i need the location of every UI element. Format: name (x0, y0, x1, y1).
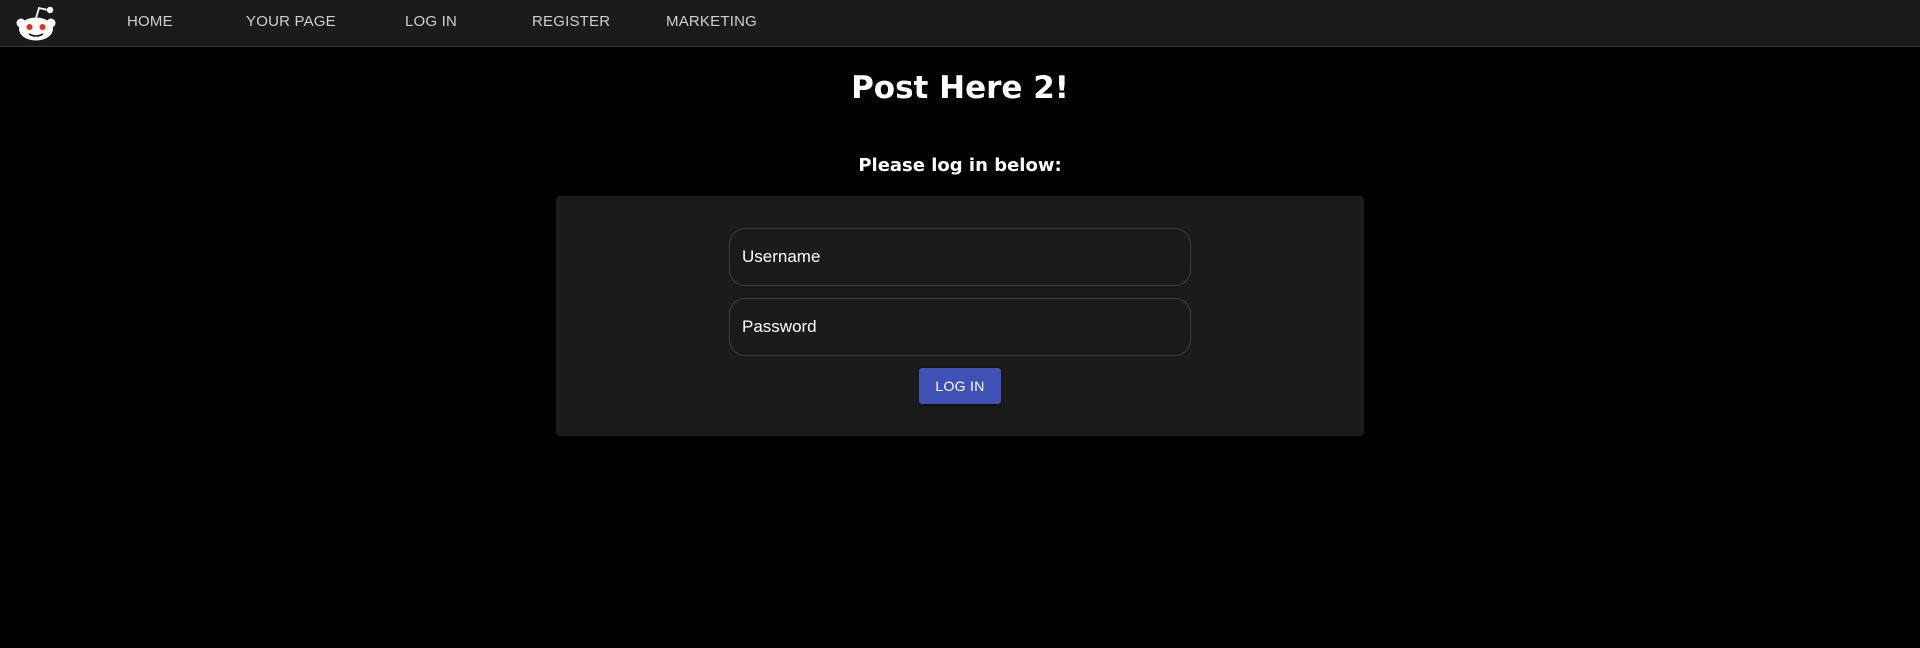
nav-marketing[interactable]: MARKETING (666, 0, 757, 46)
login-card: LOG IN (556, 196, 1364, 436)
nav-register[interactable]: REGISTER (532, 0, 610, 46)
login-instructions: Please log in below: (858, 155, 1062, 176)
password-input[interactable] (729, 298, 1191, 356)
login-button[interactable]: LOG IN (919, 368, 1001, 404)
nav-home[interactable]: HOME (127, 0, 173, 46)
page-title: Post Here 2! (851, 70, 1069, 106)
username-input[interactable] (729, 228, 1191, 286)
reddit-alien-icon[interactable] (14, 4, 58, 42)
top-navbar: HOME YOUR PAGE LOG IN REGISTER MARKETING (0, 0, 1920, 47)
nav-your-page[interactable]: YOUR PAGE (246, 0, 336, 46)
nav-log-in[interactable]: LOG IN (405, 0, 457, 46)
